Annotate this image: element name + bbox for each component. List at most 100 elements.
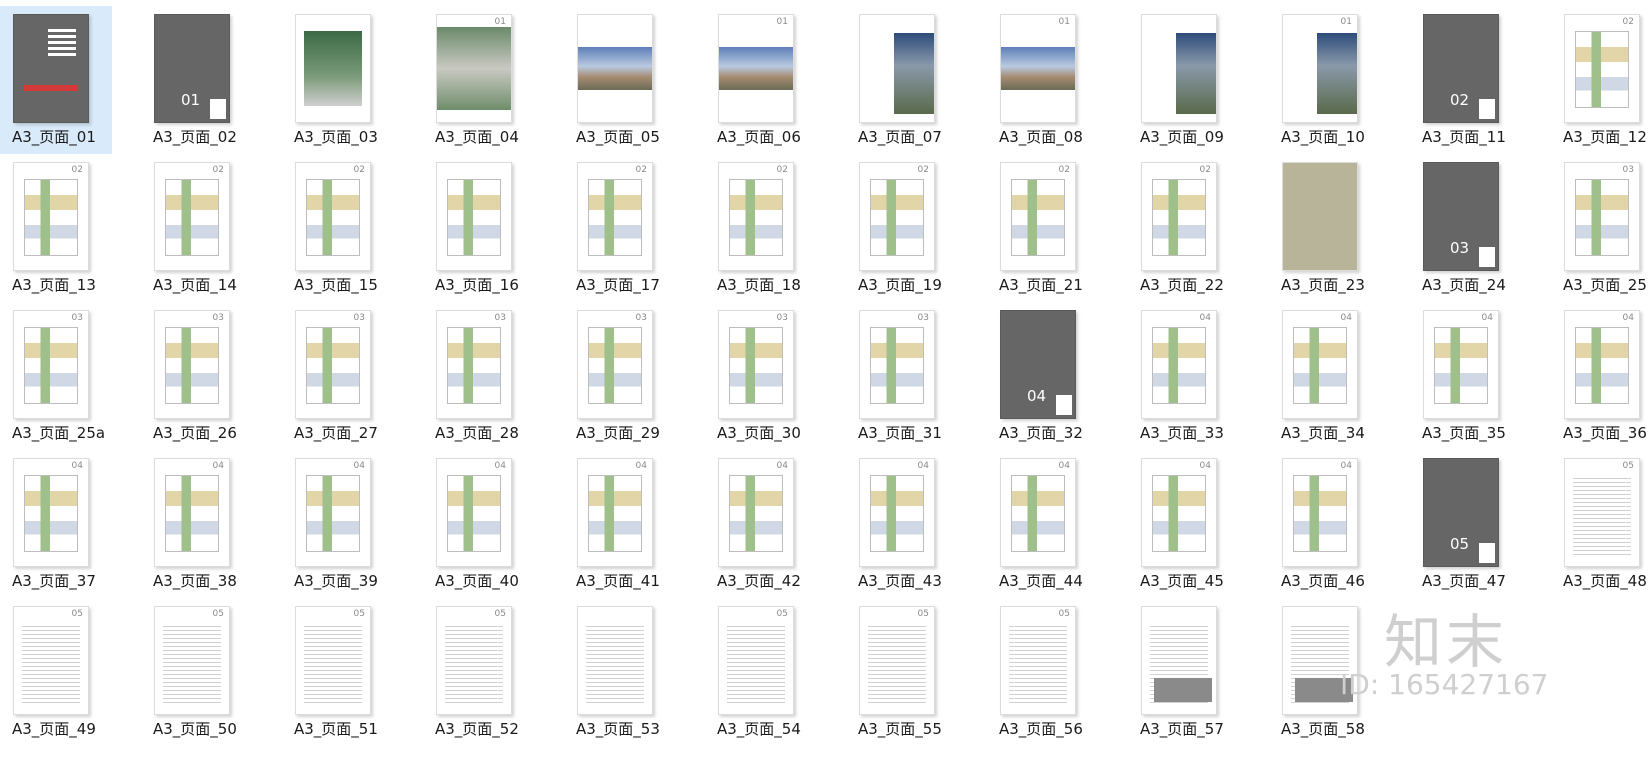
- file-name-label: A3_页面_55: [858, 720, 942, 738]
- page-section-number: 02: [776, 165, 788, 175]
- file-item[interactable]: 02 A3_页面_22: [1128, 154, 1269, 302]
- file-item[interactable]: 04 A3_页面_45: [1128, 450, 1269, 598]
- file-item[interactable]: 03 A3_页面_25a: [0, 302, 141, 450]
- file-item[interactable]: 03 A3_页面_30: [705, 302, 846, 450]
- file-thumbnail: 03: [13, 310, 89, 419]
- page-preview-content: [719, 47, 793, 90]
- file-item[interactable]: 05 A3_页面_54: [705, 598, 846, 746]
- file-name-label: A3_页面_40: [435, 572, 519, 590]
- page-preview-content: [588, 327, 642, 404]
- file-item[interactable]: A3_页面_16: [423, 154, 564, 302]
- file-name-label: A3_页面_57: [1140, 720, 1224, 738]
- page-section-number: 03: [635, 313, 647, 323]
- file-thumbnail: 03: [436, 310, 512, 419]
- page-preview-content: [586, 623, 644, 704]
- file-item[interactable]: 03 A3_页面_24: [1410, 154, 1551, 302]
- file-thumbnail: 04: [154, 458, 230, 567]
- file-thumbnail: [295, 14, 371, 123]
- file-item[interactable]: 01 A3_页面_04: [423, 6, 564, 154]
- page-section-number: 02: [1199, 165, 1211, 175]
- section-number: 05: [1450, 535, 1470, 553]
- file-item[interactable]: 02 A3_页面_15: [282, 154, 423, 302]
- file-name-label: A3_页面_06: [717, 128, 801, 146]
- file-item[interactable]: A3_页面_57: [1128, 598, 1269, 746]
- file-name-label: A3_页面_02: [153, 128, 237, 146]
- page-preview-content: [306, 327, 360, 404]
- page-preview-content: [1293, 327, 1347, 404]
- file-thumbnail: 02: [1282, 162, 1358, 271]
- file-item[interactable]: 04 A3_页面_32: [987, 302, 1128, 450]
- file-item[interactable]: 02 A3_页面_11: [1410, 6, 1551, 154]
- file-item[interactable]: A3_页面_05: [564, 6, 705, 154]
- page-section-number: 04: [1199, 313, 1211, 323]
- file-item[interactable]: 02 A3_页面_18: [705, 154, 846, 302]
- file-item[interactable]: 04 A3_页面_37: [0, 450, 141, 598]
- file-item[interactable]: 02 A3_页面_19: [846, 154, 987, 302]
- file-name-label: A3_页面_13: [12, 276, 96, 294]
- watermark-logo: 知末: [1384, 608, 1509, 676]
- file-item[interactable]: A3_页面_03: [282, 6, 423, 154]
- file-item[interactable]: 05 A3_页面_56: [987, 598, 1128, 746]
- file-item[interactable]: 02 A3_页面_21: [987, 154, 1128, 302]
- file-item[interactable]: 01 A3_页面_02: [141, 6, 282, 154]
- file-name-label: A3_页面_53: [576, 720, 660, 738]
- file-item[interactable]: 05 A3_页面_52: [423, 598, 564, 746]
- file-item[interactable]: 04 A3_页面_41: [564, 450, 705, 598]
- page-preview-content: [1293, 475, 1347, 552]
- file-item[interactable]: 02 A3_页面_17: [564, 154, 705, 302]
- file-name-label: A3_页面_24: [1422, 276, 1506, 294]
- file-item[interactable]: 05 A3_页面_49: [0, 598, 141, 746]
- file-name-label: A3_页面_19: [858, 276, 942, 294]
- file-item[interactable]: 04 A3_页面_39: [282, 450, 423, 598]
- file-item[interactable]: 03 A3_页面_31: [846, 302, 987, 450]
- file-item[interactable]: 03 A3_页面_28: [423, 302, 564, 450]
- file-item[interactable]: 04 A3_页面_34: [1269, 302, 1410, 450]
- file-item[interactable]: 01 A3_页面_08: [987, 6, 1128, 154]
- file-thumbnail: [13, 14, 89, 123]
- page-preview-content: [578, 47, 652, 90]
- page-preview-content: [1152, 327, 1206, 404]
- file-item[interactable]: 05 A3_页面_47: [1410, 450, 1551, 598]
- file-item[interactable]: 01 A3_页面_06: [705, 6, 846, 154]
- file-item[interactable]: 03 A3_页面_29: [564, 302, 705, 450]
- file-item[interactable]: 03 A3_页面_26: [141, 302, 282, 450]
- file-item[interactable]: 04 A3_页面_43: [846, 450, 987, 598]
- page-preview-content: [1575, 327, 1629, 404]
- file-thumbnail: 02: [1141, 162, 1217, 271]
- file-item[interactable]: A3_页面_01: [0, 6, 112, 154]
- file-item[interactable]: A3_页面_53: [564, 598, 705, 746]
- file-item[interactable]: 02 A3_页面_12: [1551, 6, 1652, 154]
- file-item[interactable]: 04 A3_页面_44: [987, 450, 1128, 598]
- file-item[interactable]: 02 A3_页面_23: [1269, 154, 1410, 302]
- file-item[interactable]: 04 A3_页面_35: [1410, 302, 1551, 450]
- file-item[interactable]: 04 A3_页面_36: [1551, 302, 1652, 450]
- file-name-label: A3_页面_41: [576, 572, 660, 590]
- file-item[interactable]: 04 A3_页面_40: [423, 450, 564, 598]
- file-thumbnail: 02: [1000, 162, 1076, 271]
- file-item[interactable]: 01 A3_页面_10: [1269, 6, 1410, 154]
- file-thumbnail: 05: [13, 606, 89, 715]
- page-preview-content: [868, 623, 926, 704]
- file-item[interactable]: 03 A3_页面_27: [282, 302, 423, 450]
- file-thumbnail: 05: [295, 606, 371, 715]
- file-item[interactable]: 04 A3_页面_46: [1269, 450, 1410, 598]
- file-thumbnail: 01: [436, 14, 512, 123]
- file-item[interactable]: 05 A3_页面_55: [846, 598, 987, 746]
- file-item[interactable]: 02 A3_页面_13: [0, 154, 141, 302]
- file-thumbnail: 05: [1564, 458, 1640, 567]
- back-cover-title-block: [1154, 678, 1212, 702]
- page-preview-content: [1001, 47, 1075, 90]
- file-item[interactable]: 05 A3_页面_48: [1551, 450, 1652, 598]
- file-thumbnail: 04: [1423, 310, 1499, 419]
- file-item[interactable]: 04 A3_页面_42: [705, 450, 846, 598]
- file-item[interactable]: 05 A3_页面_50: [141, 598, 282, 746]
- page-section-number: 03: [776, 313, 788, 323]
- page-preview-content: [24, 179, 78, 256]
- file-item[interactable]: A3_页面_07: [846, 6, 987, 154]
- file-item[interactable]: 04 A3_页面_38: [141, 450, 282, 598]
- file-item[interactable]: A3_页面_09: [1128, 6, 1269, 154]
- file-item[interactable]: 04 A3_页面_33: [1128, 302, 1269, 450]
- file-item[interactable]: 03 A3_页面_25: [1551, 154, 1652, 302]
- file-item[interactable]: 02 A3_页面_14: [141, 154, 282, 302]
- file-item[interactable]: 05 A3_页面_51: [282, 598, 423, 746]
